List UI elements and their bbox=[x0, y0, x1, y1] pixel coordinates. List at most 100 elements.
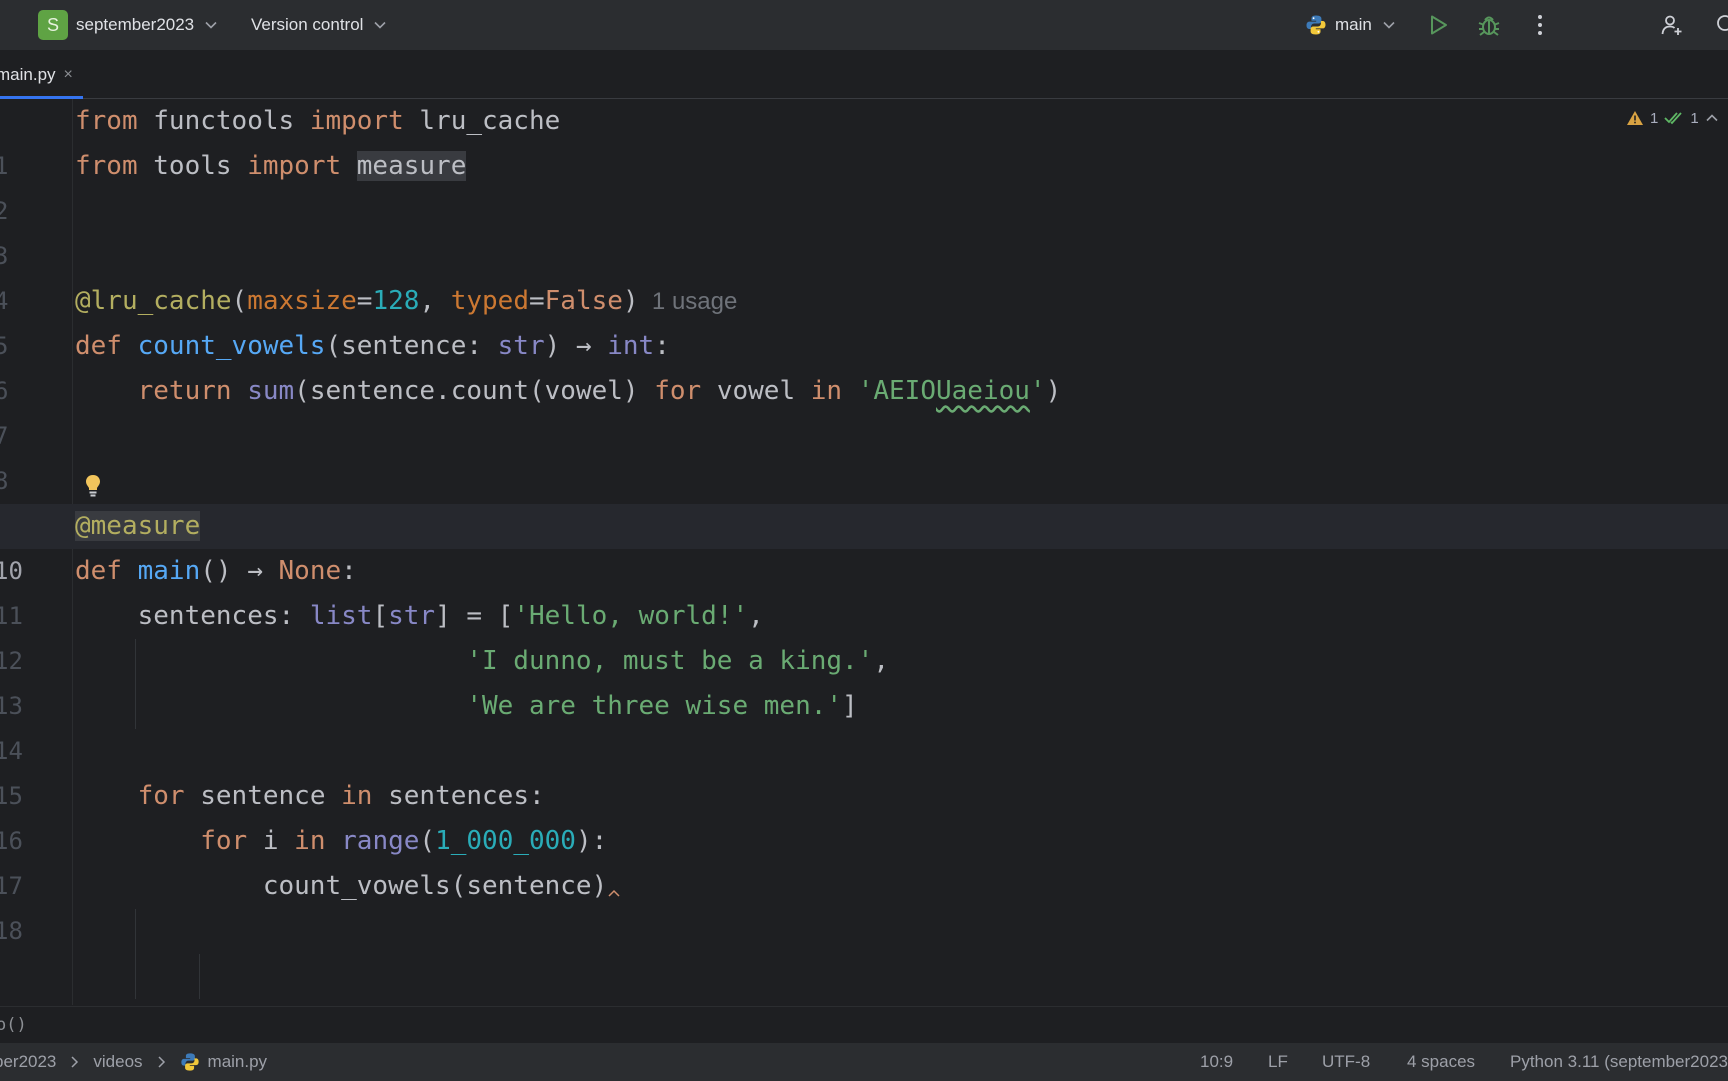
keyword: def bbox=[75, 556, 122, 586]
typo-underline: Uaeiou bbox=[936, 376, 1030, 406]
variable: sentences: bbox=[137, 601, 310, 631]
decorator: @measure bbox=[75, 511, 201, 541]
code-line: 15 bbox=[0, 729, 1728, 810]
run-configuration-widget[interactable]: main bbox=[1305, 9, 1396, 41]
string-literal: 'Hello, world!' bbox=[513, 601, 749, 631]
decorator: @lru_cache bbox=[75, 286, 232, 316]
chevron-down-icon bbox=[1383, 21, 1395, 29]
string-literal: 'I dunno, must be a king.' bbox=[466, 646, 874, 676]
type-hint: int bbox=[607, 331, 655, 361]
more-vertical-icon bbox=[1538, 15, 1542, 35]
number-literal: 1_000_000 bbox=[435, 826, 576, 856]
keyword: def bbox=[75, 331, 122, 361]
function-call: count_vowels(sentence) bbox=[262, 871, 608, 901]
imported-name: lru_cache bbox=[403, 106, 561, 136]
line-separator[interactable]: LF bbox=[1268, 1043, 1288, 1081]
breadcrumb-project[interactable]: ber2023 bbox=[0, 1052, 56, 1072]
keyword: False bbox=[544, 286, 623, 316]
code-line: 11 def main() → None: bbox=[0, 549, 1728, 630]
code-line: 3 bbox=[0, 189, 1728, 270]
project-badge: S bbox=[38, 10, 68, 40]
chevron-down-icon bbox=[205, 21, 217, 29]
function-name: count_vowels bbox=[137, 331, 326, 361]
keyword: None bbox=[278, 556, 342, 586]
code-breadcrumb[interactable]: o() bbox=[0, 1007, 27, 1043]
status-bar: ber2023 videos main.py 10:9 LF UTF-8 4 s… bbox=[0, 1042, 1728, 1081]
version-control-label: Version control bbox=[251, 15, 364, 34]
chevron-right-icon bbox=[71, 1056, 79, 1068]
keyword: for bbox=[654, 376, 702, 406]
python-interpreter[interactable]: Python 3.11 (september2023 bbox=[1510, 1043, 1728, 1081]
code-editor[interactable]: 1 1 1 from functools import lru_cache 2 … bbox=[0, 99, 1728, 1005]
caret-position[interactable]: 10:9 bbox=[1200, 1043, 1233, 1081]
breadcrumb-file[interactable]: main.py bbox=[208, 1052, 268, 1072]
project-name: september2023 bbox=[76, 15, 195, 34]
file-encoding[interactable]: UTF-8 bbox=[1322, 1043, 1370, 1081]
tab-label: main.py bbox=[0, 64, 56, 84]
code-with-me-button[interactable] bbox=[1657, 10, 1687, 40]
add-user-icon bbox=[1661, 15, 1682, 35]
chevron-down-icon bbox=[374, 21, 387, 29]
title-bar: S september2023 Version control main bbox=[0, 0, 1728, 51]
code-line: 17 for i in range(1_000_000): bbox=[0, 819, 1728, 900]
search-icon bbox=[1717, 15, 1728, 31]
run-configuration-label: main bbox=[1335, 15, 1372, 34]
keyword: for bbox=[137, 781, 185, 811]
search-button[interactable] bbox=[1712, 10, 1728, 40]
code-line: 6 def count_vowels(sentence: str) → int: bbox=[0, 324, 1728, 405]
keyword-argument: typed bbox=[450, 286, 529, 316]
python-file-icon bbox=[180, 1053, 199, 1071]
breadcrumb-folder[interactable]: videos bbox=[93, 1052, 142, 1072]
code-line: 5 @lru_cache(maxsize=128, typed=False) 1… bbox=[0, 279, 1728, 360]
keyword: in bbox=[341, 781, 373, 811]
keyword: in bbox=[810, 376, 843, 406]
number-literal: 128 bbox=[372, 286, 420, 316]
version-control-widget[interactable]: Version control bbox=[251, 9, 387, 41]
code-line-current: 10 @measure bbox=[0, 504, 1728, 585]
bug-icon bbox=[1478, 16, 1500, 36]
function-name: main bbox=[137, 556, 201, 586]
keyword: from bbox=[75, 151, 138, 181]
line-number: 18 bbox=[0, 917, 23, 945]
project-widget[interactable]: S september2023 bbox=[38, 9, 218, 41]
keyword: import bbox=[247, 151, 342, 181]
code-line: 13 'I dunno, must be a king.', bbox=[0, 639, 1728, 720]
module-name: functools bbox=[137, 106, 310, 136]
code-line: 18 count_vowels(sentence) bbox=[0, 864, 1728, 945]
indent-guide bbox=[199, 954, 200, 999]
string-literal: AEIO bbox=[873, 376, 936, 406]
builtin: range bbox=[341, 826, 420, 856]
type-hint: str bbox=[497, 331, 545, 361]
indent-guide bbox=[135, 909, 136, 999]
code-line: 4 bbox=[0, 234, 1728, 315]
module-name: tools bbox=[137, 151, 248, 181]
more-actions-button[interactable] bbox=[1525, 10, 1555, 40]
keyword: import bbox=[309, 106, 404, 136]
tab-main-py[interactable]: main.py × bbox=[0, 51, 83, 99]
keyword: in bbox=[294, 826, 326, 856]
builtin: sum bbox=[247, 376, 295, 406]
code-line: 1 from functools import lru_cache bbox=[0, 99, 1728, 180]
lightbulb-icon[interactable] bbox=[83, 473, 103, 499]
keyword-argument: maxsize bbox=[247, 286, 357, 316]
code-line: 2 from tools import measure bbox=[0, 144, 1728, 225]
breadcrumb-hint-bar: o() bbox=[0, 1006, 1728, 1043]
indent-setting[interactable]: 4 spaces bbox=[1407, 1043, 1475, 1081]
run-icon bbox=[1431, 15, 1447, 35]
code-line: 9 bbox=[0, 459, 1728, 540]
missing-newline-marker bbox=[608, 889, 620, 897]
chevron-right-icon bbox=[158, 1056, 165, 1068]
run-button[interactable] bbox=[1423, 10, 1453, 40]
code-line: 7 return sum(sentence.count(vowel) for v… bbox=[0, 369, 1728, 450]
keyword: from bbox=[75, 106, 138, 136]
type-hint: list bbox=[309, 601, 373, 631]
usages-hint[interactable]: 1 usage bbox=[639, 288, 737, 315]
keyword: return bbox=[137, 376, 232, 406]
code-line: 8 bbox=[0, 414, 1728, 495]
code-line: 16 for sentence in sentences: bbox=[0, 774, 1728, 855]
debug-button[interactable] bbox=[1474, 10, 1504, 40]
close-icon[interactable]: × bbox=[64, 66, 73, 84]
python-icon bbox=[1306, 15, 1326, 35]
string-literal: 'We are three wise men.' bbox=[466, 691, 843, 721]
editor-tab-bar: main.py × bbox=[0, 51, 1728, 99]
